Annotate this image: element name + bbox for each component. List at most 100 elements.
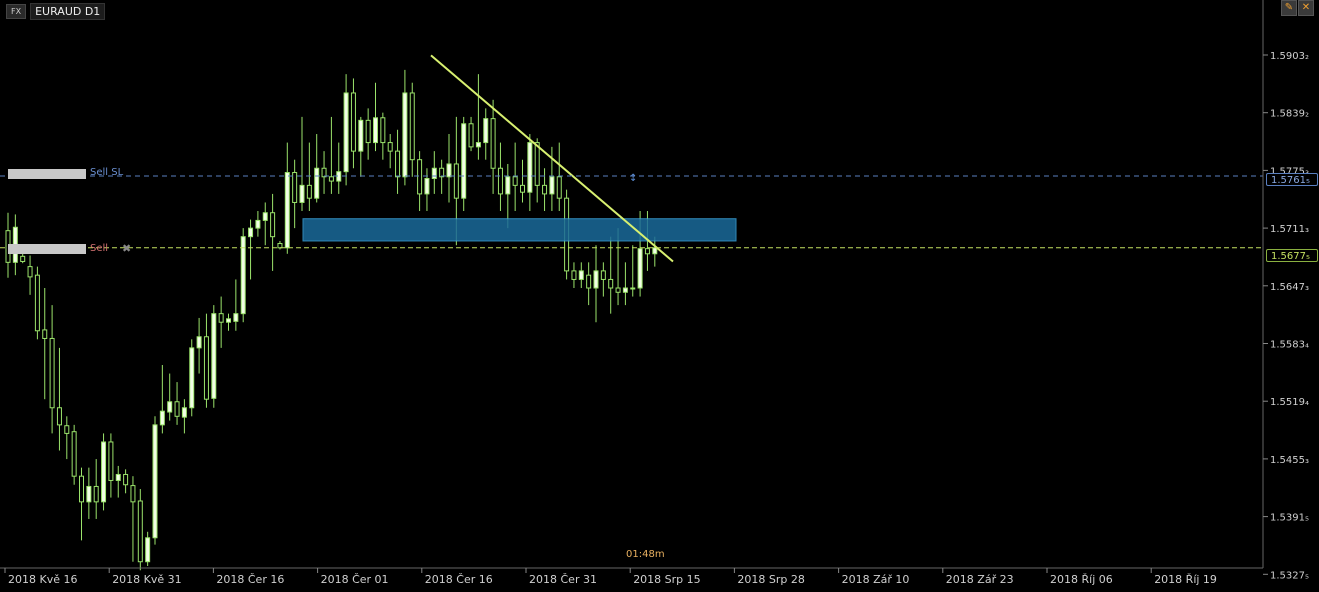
candle-body[interactable]	[93, 485, 99, 503]
candle-body[interactable]	[292, 172, 298, 203]
candle-body[interactable]	[314, 167, 320, 199]
candle-body[interactable]	[34, 274, 40, 332]
candle-body[interactable]	[637, 248, 643, 289]
candle-body[interactable]	[512, 176, 518, 186]
candle-body[interactable]	[42, 329, 48, 339]
sell-label: Sell	[90, 243, 109, 254]
sell-sl-order-handle[interactable]	[8, 169, 86, 179]
candle-body[interactable]	[461, 123, 467, 199]
time-tick-label: 2018 Čer 16	[216, 573, 284, 586]
candle-body[interactable]	[233, 313, 239, 322]
candle-body[interactable]	[20, 255, 26, 262]
candle-body[interactable]	[226, 318, 231, 323]
candle-body[interactable]	[115, 473, 121, 481]
candle-body[interactable]	[328, 176, 334, 182]
candle-body[interactable]	[49, 337, 55, 409]
candle-body[interactable]	[262, 212, 268, 221]
candle-body[interactable]	[137, 500, 143, 563]
candle-body[interactable]	[483, 118, 489, 144]
candle-body[interactable]	[284, 172, 290, 249]
candle-body[interactable]	[652, 247, 658, 255]
candle-body[interactable]	[549, 176, 555, 195]
candle-body[interactable]	[56, 407, 62, 426]
symbol-label[interactable]: EURAUD D1	[30, 2, 106, 20]
candle-body[interactable]	[380, 117, 386, 144]
candle-body[interactable]	[218, 313, 224, 323]
sell-order-handle[interactable]	[8, 244, 86, 254]
candle-body[interactable]	[586, 274, 592, 289]
candle-body[interactable]	[475, 142, 481, 148]
candle-body[interactable]	[571, 270, 577, 280]
candle-body[interactable]	[542, 184, 548, 195]
candle-body[interactable]	[255, 219, 261, 229]
candle-body[interactable]	[615, 287, 621, 293]
candle-body[interactable]	[622, 287, 628, 293]
candle-body[interactable]	[123, 473, 129, 486]
candle-body[interactable]	[505, 176, 511, 195]
candle-body[interactable]	[79, 475, 84, 503]
candle-body[interactable]	[270, 212, 276, 238]
candle-body[interactable]	[578, 270, 584, 280]
candle-body[interactable]	[402, 92, 408, 178]
candle-body[interactable]	[490, 118, 496, 169]
sl-price-tag: 1.5761₅	[1266, 173, 1318, 186]
bar-timer: 01:48m	[626, 549, 665, 560]
candle-body[interactable]	[409, 92, 415, 161]
candle-body[interactable]	[27, 266, 33, 278]
candle-body[interactable]	[64, 425, 70, 434]
candle-body[interactable]	[417, 159, 423, 195]
time-tick-label: 2018 Říj 06	[1050, 573, 1113, 586]
candle-body[interactable]	[373, 117, 378, 144]
candle-body[interactable]	[453, 163, 459, 199]
candle-body[interactable]	[108, 441, 114, 481]
candle-body[interactable]	[527, 142, 533, 193]
candle-body[interactable]	[277, 243, 283, 249]
candle-body[interactable]	[424, 178, 430, 195]
close-order-icon[interactable]: ✖	[122, 242, 131, 255]
sl-drag-icon[interactable]: ↕	[629, 173, 637, 184]
candle-body[interactable]	[608, 278, 614, 289]
candle-body[interactable]	[350, 92, 356, 152]
candle-body[interactable]	[520, 184, 525, 193]
candle-body[interactable]	[203, 336, 209, 400]
price-chart[interactable]: 1.5903₂1.5839₂1.5775₃1.5711₃1.5647₃1.558…	[0, 0, 1319, 592]
candle-body[interactable]	[387, 142, 393, 152]
candle-body[interactable]	[174, 401, 180, 417]
candle-body[interactable]	[358, 119, 364, 152]
candle-body[interactable]	[211, 313, 217, 399]
candle-body[interactable]	[343, 92, 349, 173]
candle-body[interactable]	[446, 163, 452, 178]
candle-body[interactable]	[152, 424, 158, 539]
candle-body[interactable]	[167, 401, 173, 413]
price-tick-label: 1.5519₄	[1270, 397, 1309, 408]
candle-body[interactable]	[181, 407, 187, 418]
candle-body[interactable]	[71, 431, 77, 477]
close-icon[interactable]: ✕	[1298, 0, 1314, 16]
candle-body[interactable]	[248, 227, 254, 238]
candle-body[interactable]	[365, 119, 371, 144]
candle-body[interactable]	[306, 184, 312, 199]
candle-body[interactable]	[600, 270, 606, 280]
time-tick-label: 2018 Srp 28	[737, 573, 804, 586]
candle-body[interactable]	[593, 270, 599, 289]
candle-body[interactable]	[431, 167, 437, 180]
candle-body[interactable]	[86, 485, 92, 503]
time-tick-label: 2018 Čer 16	[425, 573, 493, 586]
candle-body[interactable]	[145, 537, 151, 563]
candle-body[interactable]	[159, 410, 165, 426]
candle-body[interactable]	[101, 441, 107, 503]
candle-body[interactable]	[534, 142, 540, 186]
candle-body[interactable]	[497, 167, 503, 195]
candle-body[interactable]	[130, 485, 136, 503]
pencil-icon[interactable]: ✎	[1281, 0, 1297, 16]
supply-zone[interactable]	[302, 218, 737, 242]
candle-body[interactable]	[299, 184, 305, 203]
time-tick-label: 2018 Čer 01	[321, 573, 389, 586]
candle-body[interactable]	[196, 336, 202, 349]
candle-body[interactable]	[395, 150, 401, 178]
candle-body[interactable]	[630, 287, 636, 290]
candle-body[interactable]	[189, 347, 195, 409]
candle-body[interactable]	[556, 176, 562, 199]
candle-body[interactable]	[468, 123, 474, 148]
candle-body[interactable]	[644, 248, 650, 255]
